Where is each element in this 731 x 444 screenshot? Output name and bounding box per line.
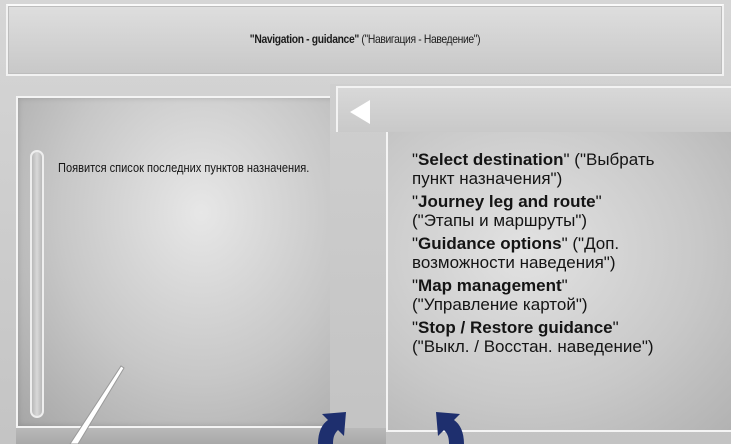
callout-overlay xyxy=(69,365,464,444)
screen: "Navigation - guidance" ("Навигация - На… xyxy=(0,0,731,444)
callout-pointer xyxy=(69,365,125,444)
navy-curved-arrow-icon xyxy=(318,412,464,444)
